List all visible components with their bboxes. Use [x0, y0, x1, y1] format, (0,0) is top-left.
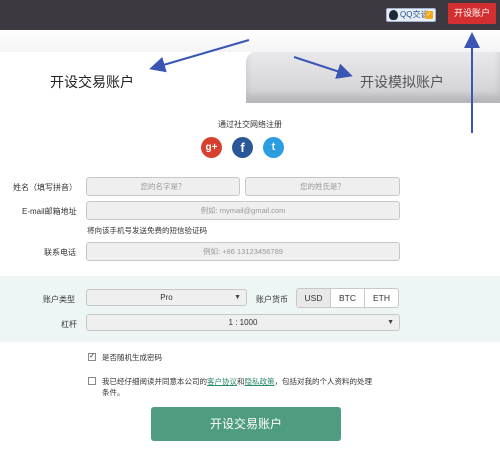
tab-demo-account-label: 开设模拟账户 [360, 74, 444, 90]
client-agreement-link[interactable]: 客户协议 [207, 377, 237, 386]
name-label: 姓名（填写拼音） [13, 183, 77, 192]
submit-open-account-button[interactable]: 开设交易账户 [151, 407, 341, 441]
tab-strip [0, 30, 500, 52]
top-bar: QQ交谈 ✓ 开设账户 [0, 0, 500, 30]
email-label: E-mail邮箱地址 [22, 207, 77, 216]
facebook-icon[interactable]: f [232, 137, 253, 158]
privacy-policy-link[interactable]: 隐私政策 [245, 377, 275, 386]
random-password-label: 是否随机生成密码 [102, 353, 162, 362]
chevron-down-icon: ▼ [234, 294, 241, 301]
account-settings-band [0, 276, 500, 342]
agree-prefix: 我已经仔细阅读并同意本公司的 [102, 377, 207, 386]
agree-terms-text: 我已经仔细阅读并同意本公司的客户协议和隐私政策，包括对我的个人资料的处理条件。 [102, 376, 372, 398]
twitter-icon[interactable]: t [263, 137, 284, 158]
qq-penguin-icon [389, 10, 398, 20]
google-plus-icon[interactable]: g+ [201, 137, 222, 158]
tab-real-account-label: 开设交易账户 [50, 74, 134, 90]
leverage-value: 1 : 1000 [228, 318, 258, 327]
currency-label: 账户货币 [256, 295, 288, 304]
account-tabs: 开设交易账户 开设模拟账户 [0, 30, 500, 103]
qq-chat-button[interactable]: QQ交谈 ✓ [386, 8, 436, 22]
tab-real-account[interactable]: 开设交易账户 [0, 52, 246, 103]
leverage-label: 杠杆 [61, 320, 77, 329]
email-input[interactable]: 例如: mymail@gmail.com [86, 201, 400, 220]
currency-usd-button[interactable]: USD [297, 289, 331, 307]
phone-input[interactable]: 例如: +86 13123456789 [86, 242, 400, 261]
chevron-down-icon: ▼ [387, 319, 394, 326]
leverage-select[interactable]: 1 : 1000 ▼ [86, 314, 400, 331]
first-name-input[interactable]: 您的名字是？ [86, 177, 240, 196]
last-name-input[interactable]: 您的姓氏是？ [245, 177, 400, 196]
account-type-select[interactable]: Pro ▼ [86, 289, 247, 306]
social-register-title: 通过社交网络注册 [218, 120, 282, 129]
phone-label: 联系电话 [44, 248, 76, 257]
currency-eth-button[interactable]: ETH [365, 289, 398, 307]
random-password-checkbox[interactable]: ✓ [88, 353, 96, 361]
tab-demo-account[interactable]: 开设模拟账户 [246, 52, 500, 103]
checkmark-icon: ✓ [425, 11, 433, 19]
account-type-label: 账户类型 [43, 295, 75, 304]
account-type-value: Pro [160, 293, 173, 302]
agree-and: 和 [237, 377, 245, 386]
sms-hint: 将向该手机号发送免费的短信验证码 [87, 226, 207, 235]
open-account-button[interactable]: 开设账户 [448, 3, 496, 24]
currency-toggle-group: USD BTC ETH [296, 288, 399, 308]
currency-btc-button[interactable]: BTC [331, 289, 365, 307]
agree-terms-checkbox[interactable] [88, 377, 96, 385]
